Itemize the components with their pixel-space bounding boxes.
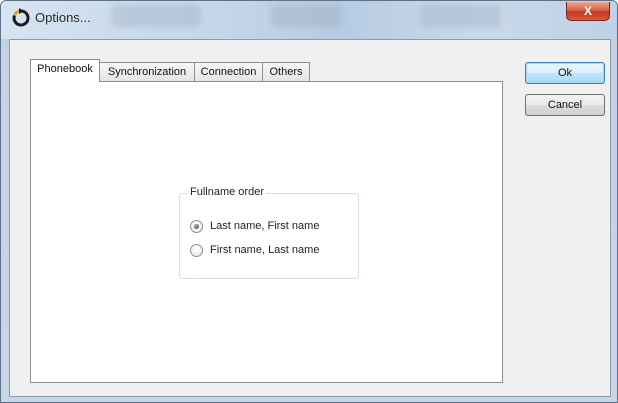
tab-phonebook[interactable]: Phonebook	[30, 59, 100, 82]
title-bar-blur	[111, 5, 201, 27]
radio-label: First name, Last name	[210, 244, 320, 256]
ok-button[interactable]: Ok	[525, 62, 605, 84]
window-title: Options...	[35, 10, 91, 25]
dialog-body: Phonebook Synchronization Connection Oth…	[9, 39, 611, 397]
tab-synchronization[interactable]: Synchronization	[99, 62, 195, 81]
group-label: Fullname order	[188, 186, 266, 198]
fullname-order-group: Fullname order Last name, First name Fir…	[179, 186, 359, 279]
phonebook-panel: Fullname order Last name, First name Fir…	[30, 81, 503, 383]
title-bar-blur	[271, 5, 341, 27]
cancel-button[interactable]: Cancel	[525, 94, 605, 116]
radio-button-unchecked[interactable]	[190, 244, 203, 257]
radio-label: Last name, First name	[210, 220, 320, 232]
title-bar[interactable]: Options... X	[1, 1, 617, 39]
refresh-icon	[12, 8, 30, 27]
tab-connection[interactable]: Connection	[194, 62, 263, 81]
radio-button-checked[interactable]	[190, 220, 203, 233]
close-icon: X	[583, 4, 592, 18]
title-bar-blur	[421, 5, 501, 27]
options-dialog: Options... X Phonebook Synchronization C…	[0, 0, 618, 403]
close-button[interactable]: X	[566, 2, 610, 21]
tab-others[interactable]: Others	[262, 62, 310, 81]
